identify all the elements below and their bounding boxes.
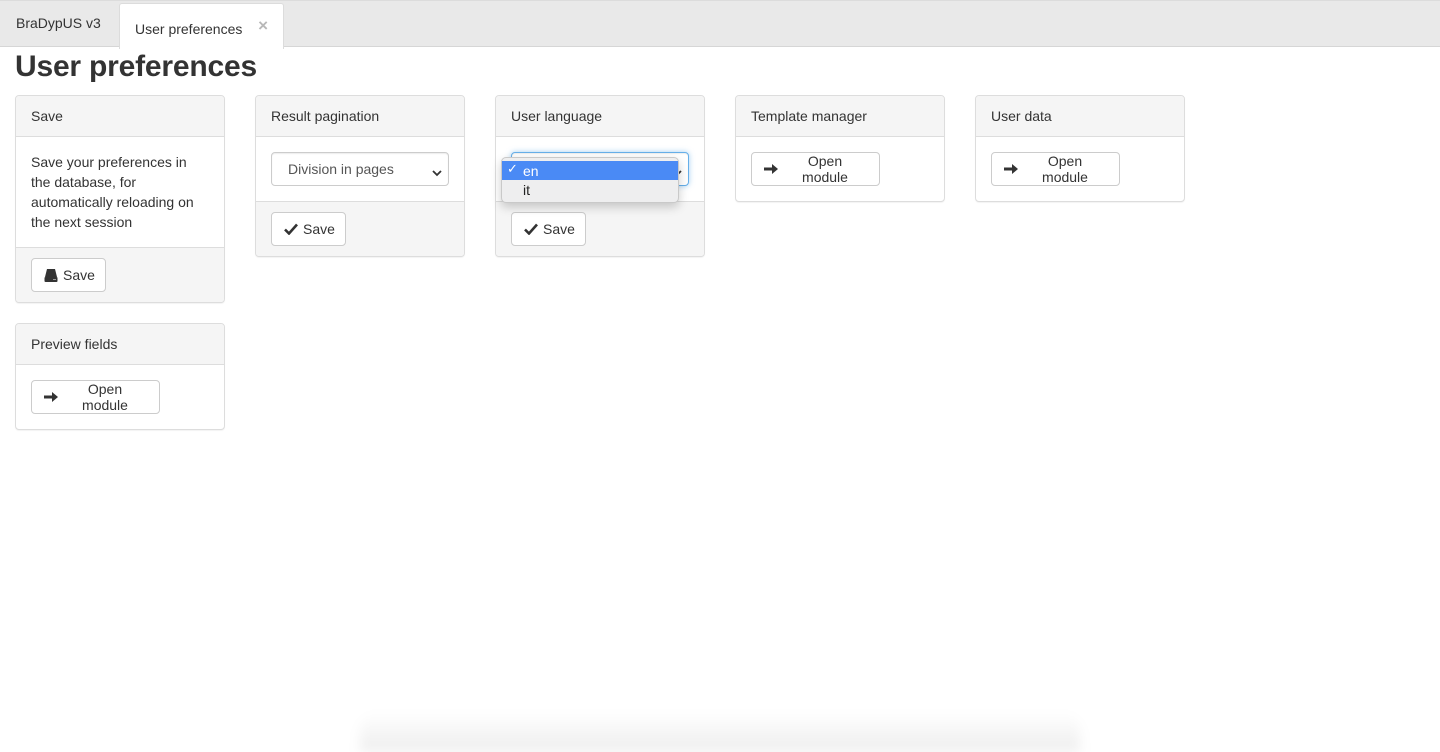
save-preferences-button[interactable]: Save [31, 258, 106, 292]
panel-preview-fields: Preview fields Open module [15, 323, 225, 430]
panel-template-manager: Template manager Open module [735, 95, 945, 202]
dock-shadow [360, 712, 1080, 752]
preview-fields-open-module-button[interactable]: Open module [31, 380, 160, 414]
close-icon[interactable]: × [258, 17, 268, 34]
panel-heading: Save [16, 96, 224, 137]
panel-footer: Save [496, 201, 704, 256]
button-label: Save [63, 267, 95, 283]
arrow-right-icon [764, 163, 778, 175]
arrow-right-icon [44, 391, 58, 403]
panel-description: Save your preferences in the database, f… [31, 154, 194, 230]
user-data-open-module-button[interactable]: Open module [991, 152, 1120, 186]
panel-heading: Template manager [736, 96, 944, 137]
button-label: Open module [1042, 153, 1088, 185]
panel-save: Save Save your preferences in the databa… [15, 95, 225, 303]
arrow-right-icon [1004, 163, 1018, 175]
language-option-en[interactable]: ✓ en [502, 161, 678, 180]
language-option-it[interactable]: it [502, 180, 678, 199]
save-language-button[interactable]: Save [511, 212, 586, 246]
panel-footer: Save [16, 247, 224, 302]
panel-heading: User language [496, 96, 704, 137]
language-dropdown-list: ✓ en it [501, 157, 679, 203]
chevron-down-icon [432, 164, 442, 180]
save-pagination-button[interactable]: Save [271, 212, 346, 246]
page-title: User preferences [15, 50, 257, 83]
check-icon [524, 223, 538, 235]
panel-result-pagination: Result pagination Division in pages Save [255, 95, 465, 257]
panel-user-data: User data Open module [975, 95, 1185, 202]
button-label: Open module [82, 381, 128, 413]
panel-footer: Save [256, 201, 464, 256]
checkmark-icon: ✓ [507, 161, 518, 176]
panel-heading: User data [976, 96, 1184, 137]
button-label: Save [543, 221, 575, 237]
panel-heading: Preview fields [16, 324, 224, 365]
template-manager-open-module-button[interactable]: Open module [751, 152, 880, 186]
panel-heading: Result pagination [256, 96, 464, 137]
option-label: en [523, 162, 539, 179]
tab-user-preferences[interactable]: User preferences × [119, 3, 284, 49]
tab-label: BraDypUS v3 [16, 15, 101, 31]
check-icon [284, 223, 298, 235]
button-label: Save [303, 221, 335, 237]
select-value: Division in pages [288, 161, 394, 177]
hdd-icon [44, 268, 58, 282]
tab-bradypus[interactable]: BraDypUS v3 [0, 2, 118, 44]
button-label: Open module [802, 153, 848, 185]
option-label: it [523, 181, 530, 198]
tab-label: User preferences [135, 20, 243, 37]
tab-bar: BraDypUS v3 User preferences × [0, 0, 1440, 49]
pagination-select[interactable]: Division in pages [271, 152, 449, 186]
